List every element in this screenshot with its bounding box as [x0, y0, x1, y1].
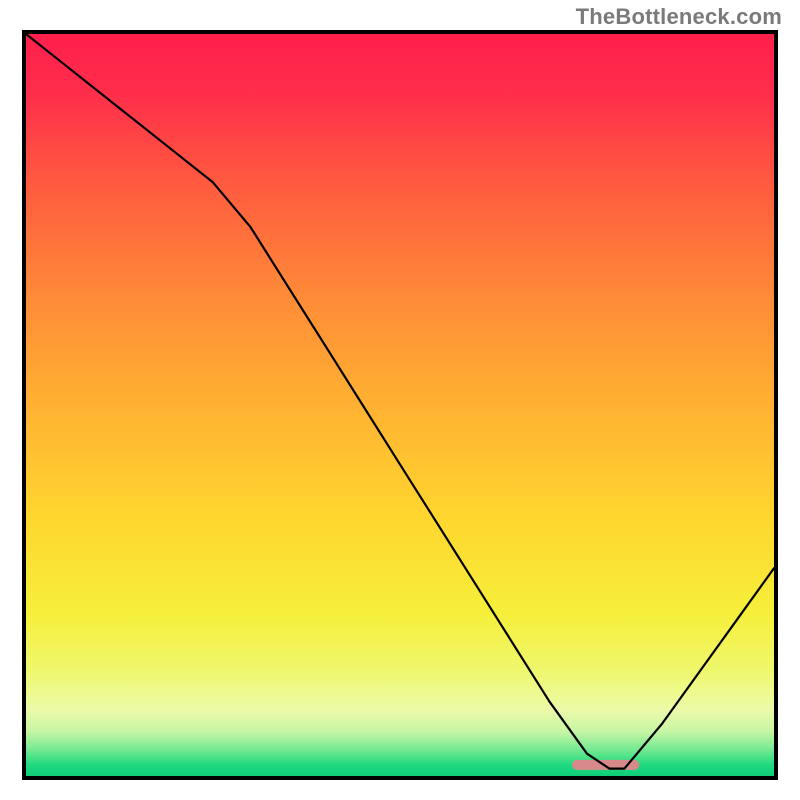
watermark-text: TheBottleneck.com	[576, 4, 782, 30]
chart-frame	[22, 30, 778, 780]
gradient-background	[26, 34, 774, 776]
bottleneck-chart	[26, 34, 774, 776]
